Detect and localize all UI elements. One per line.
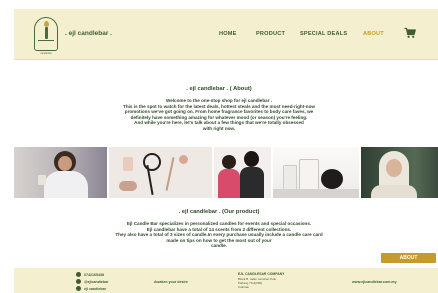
- footer-facebook[interactable]: ejl candlebar: [84, 287, 106, 291]
- photo-woman-with-candle: [14, 147, 107, 198]
- footer: 0742165438 @ejlcandlebar ejl candlebar A…: [14, 268, 438, 293]
- facebook-icon[interactable]: [76, 286, 81, 291]
- about-title: . ejl candlebar . ( About): [186, 86, 252, 92]
- photo-woman-in-hijab: [361, 147, 438, 198]
- footer-instagram[interactable]: @ejlcandlebar: [84, 280, 108, 284]
- product-line: candle.: [211, 243, 227, 249]
- instagram-icon[interactable]: [76, 279, 81, 284]
- nav-product[interactable]: PRODUCT: [256, 31, 285, 37]
- footer-website[interactable]: www.ejlcandlebar.com.my: [352, 280, 397, 284]
- footer-phone: 0742165438: [84, 272, 104, 277]
- photo-strip: [14, 147, 438, 198]
- about-line: with right now.: [202, 126, 236, 131]
- footer-address: Kuantan: [238, 284, 250, 289]
- logo-icon[interactable]: [34, 17, 58, 51]
- brand-name[interactable]: . ejl candlebar .: [65, 30, 112, 37]
- product-title: . ejl candlebar . (Our product): [178, 209, 260, 215]
- top-nav: candlebar . ejl candlebar . HOME PRODUCT…: [14, 9, 438, 60]
- nav-about[interactable]: ABOUT: [363, 31, 384, 37]
- nav-home[interactable]: HOME: [219, 31, 237, 37]
- photo-two-women: [214, 147, 271, 198]
- whatsapp-icon[interactable]: [76, 272, 81, 277]
- photo-candle-jars: [273, 147, 359, 198]
- footer-tagline: Awaken your desire: [154, 279, 188, 284]
- candle-icon: [45, 27, 48, 39]
- logo-caption: candlebar: [40, 52, 52, 55]
- about-button[interactable]: ABOUT: [381, 253, 436, 263]
- photo-candle-accessories: [109, 147, 212, 198]
- nav-special-deals[interactable]: SPECIAL DEALS: [300, 31, 347, 37]
- cart-icon[interactable]: [404, 27, 416, 39]
- footer-company: EJL CANDLESAR COMPANY: [238, 272, 285, 276]
